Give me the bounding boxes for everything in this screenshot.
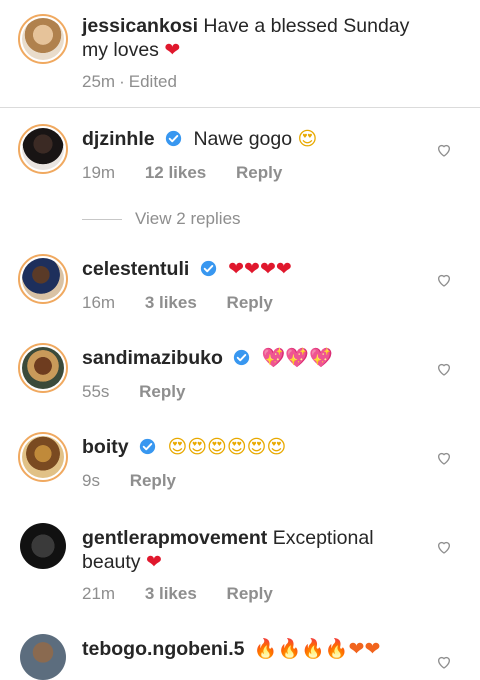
verified-badge-icon: [234, 349, 250, 366]
avatar[interactable]: [18, 254, 68, 304]
caption-username[interactable]: jessicankosi: [82, 15, 198, 37]
avatar[interactable]: [20, 634, 66, 680]
comment-time: 21m: [82, 584, 116, 603]
comment-username[interactable]: tebogo.ngobeni.5: [82, 638, 244, 660]
edited-label: Edited: [128, 72, 177, 91]
caption-time: 25m: [82, 72, 116, 91]
comment-text: Nawe gogo: [193, 128, 293, 150]
avatar[interactable]: [18, 14, 68, 64]
hearts-emoji-icon: ❤❤❤❤: [228, 258, 292, 280]
replies-line: [82, 219, 122, 220]
heart-emoji-icon: ❤: [145, 551, 162, 573]
reply-button[interactable]: Reply: [227, 584, 273, 603]
sparkling-hearts-emoji-icon: 💖💖💖: [261, 347, 333, 369]
like-heart-icon[interactable]: [436, 272, 452, 288]
verified-badge-icon: [200, 260, 216, 277]
comment-username[interactable]: gentlerapmovement: [82, 527, 267, 549]
comment-username[interactable]: djzinhle: [82, 128, 155, 150]
likes-count[interactable]: 3 likes: [145, 293, 197, 312]
avatar[interactable]: [18, 343, 68, 393]
avatar[interactable]: [18, 432, 68, 482]
likes-count[interactable]: 3 likes: [145, 584, 197, 603]
heart-eyes-emoji-icon: 😍: [297, 128, 318, 150]
comment-time: 9s: [82, 471, 100, 490]
reply-button[interactable]: Reply: [236, 163, 282, 182]
like-heart-icon[interactable]: [436, 361, 452, 377]
fire-hearts-emoji-icon: 🔥🔥🔥🔥❤❤: [253, 638, 381, 660]
avatar[interactable]: [18, 124, 68, 174]
heart-emoji-icon: ❤: [164, 39, 181, 61]
like-heart-icon[interactable]: [436, 654, 452, 670]
reply-button[interactable]: Reply: [227, 293, 273, 312]
comment-username[interactable]: celestentuli: [82, 258, 189, 280]
comment-time: 55s: [82, 382, 110, 401]
comment-time: 16m: [82, 293, 116, 312]
comment-username[interactable]: boity: [82, 436, 129, 458]
avatar[interactable]: [20, 523, 66, 569]
verified-badge-icon: [165, 130, 182, 147]
view-replies-button[interactable]: View 2 replies: [135, 209, 241, 229]
like-heart-icon[interactable]: [436, 142, 452, 158]
heart-eyes-emoji-icon: 😍😍😍😍😍😍: [167, 436, 287, 458]
comment-username[interactable]: sandimazibuko: [82, 347, 223, 369]
divider: [0, 107, 480, 108]
separator: ·: [119, 72, 125, 91]
likes-count[interactable]: 12 likes: [145, 163, 206, 182]
comment-time: 19m: [82, 163, 116, 182]
verified-badge-icon: [139, 438, 156, 455]
like-heart-icon[interactable]: [436, 450, 452, 466]
reply-button[interactable]: Reply: [130, 471, 176, 490]
like-heart-icon[interactable]: [436, 539, 452, 555]
reply-button[interactable]: Reply: [139, 382, 185, 401]
